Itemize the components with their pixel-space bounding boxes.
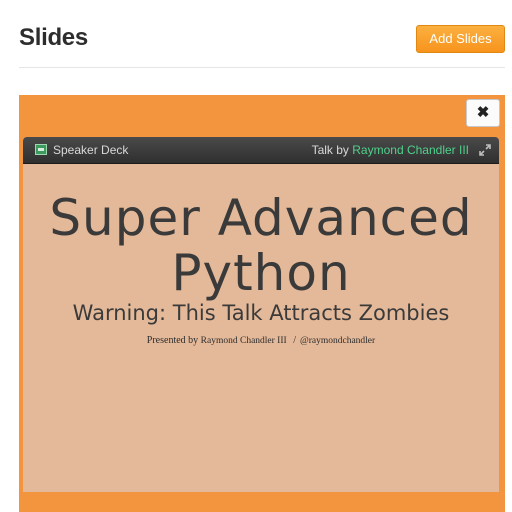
slide-title-line-2: Python — [171, 244, 351, 302]
speaker-deck-logo-icon — [35, 144, 47, 155]
slide-title-line-1: Super Advanced — [49, 189, 473, 247]
presenter-name: Raymond Chandler III — [200, 336, 287, 346]
presenter-handle: @raymondchandler — [299, 336, 376, 346]
slide-subtitle: Warning: This Talk Attracts Zombies — [72, 301, 450, 325]
expand-icon[interactable] — [479, 144, 491, 156]
embed-toolbar: Speaker Deck Talk by Raymond Chandler II… — [23, 137, 499, 164]
presented-by-label: Presented by — [146, 335, 199, 346]
close-button[interactable]: ✖ — [466, 99, 500, 127]
header-divider — [19, 67, 505, 68]
author-link[interactable]: Raymond Chandler III — [352, 143, 469, 157]
presenter-separator: / — [293, 335, 296, 346]
add-slides-button[interactable]: Add Slides — [416, 25, 505, 53]
presenter-line: Presented by Raymond Chandler III / @raym… — [23, 335, 499, 346]
brand-label[interactable]: Speaker Deck — [53, 143, 128, 157]
speaker-deck-embed: Speaker Deck Talk by Raymond Chandler II… — [23, 137, 499, 492]
talk-by-text: Talk by Raymond Chandler III — [312, 143, 469, 157]
talk-by-prefix: Talk by — [311, 143, 349, 157]
page-title: Slides — [19, 24, 88, 51]
